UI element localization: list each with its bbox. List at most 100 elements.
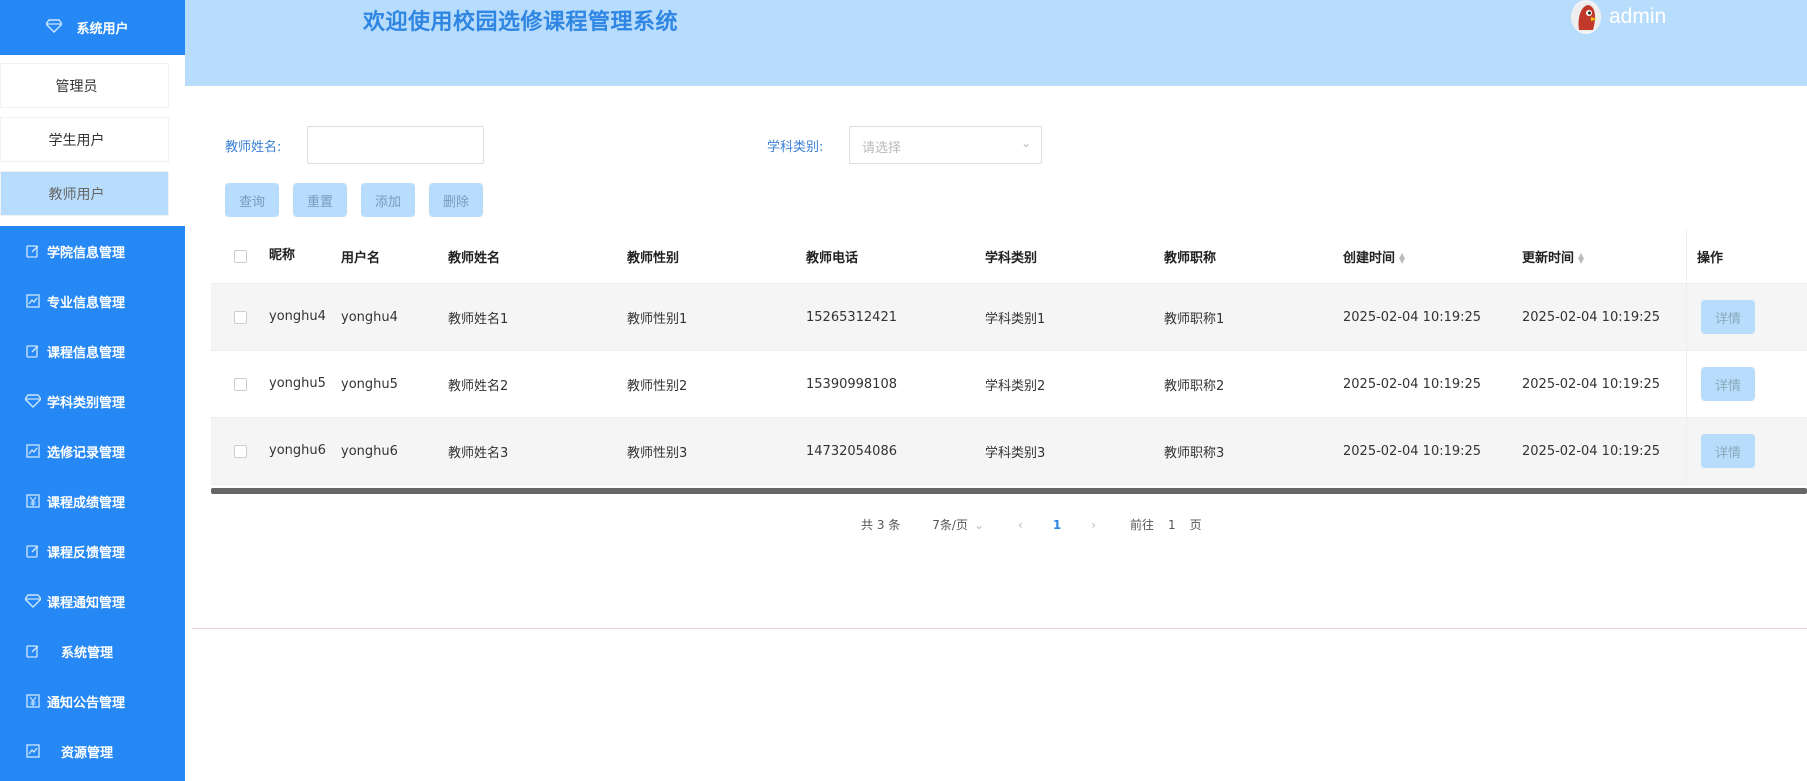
column-header: 教师姓名: [448, 250, 501, 266]
table-cell-category: 学科类别3: [985, 445, 1046, 461]
diamond-icon: [25, 593, 41, 609]
column-header: 教师职称: [1164, 250, 1217, 266]
sidebar-subitem-students[interactable]: 学生用户: [0, 117, 169, 162]
table-cell-created: 2025-02-04 10:19:25: [1343, 443, 1482, 459]
reset-button[interactable]: 重置: [293, 183, 347, 217]
sidebar-item[interactable]: 资源管理: [0, 726, 185, 776]
sidebar-subitem-teachers[interactable]: 教师用户: [0, 171, 169, 216]
detail-button[interactable]: 详情: [1701, 367, 1755, 401]
table-cell-actions: 详情: [1686, 284, 1807, 350]
column-header: 教师电话: [806, 250, 859, 266]
table-cell-phone: 15265312421: [806, 309, 897, 325]
sidebar-item[interactable]: 课程信息管理: [0, 326, 185, 376]
row-checkbox[interactable]: [233, 310, 247, 324]
goto-page-input[interactable]: 1: [1168, 518, 1176, 532]
table-cell-title: 教师职称3: [1164, 445, 1225, 461]
table-cell-nickname: yonghu4: [269, 309, 326, 324]
sidebar-item-label: 课程反馈管理: [47, 545, 126, 561]
sidebar-item-system-users[interactable]: 系统用户: [0, 0, 185, 55]
chart-icon: [25, 293, 41, 309]
detail-button[interactable]: 详情: [1701, 434, 1755, 468]
goto-label: 前往: [1130, 518, 1155, 532]
table-cell-phone: 14732054086: [806, 443, 897, 459]
column-header: 教师性别: [627, 250, 680, 266]
divider: [192, 628, 1807, 629]
select-all-checkbox[interactable]: [233, 249, 247, 263]
avatar: [1571, 0, 1601, 34]
table-cell-gender: 教师性别3: [627, 445, 688, 461]
table-cell-updated: 2025-02-04 10:19:25: [1522, 443, 1661, 459]
column-header-label: 更新时间: [1522, 250, 1575, 266]
table-cell-category: 学科类别2: [985, 378, 1046, 394]
column-header: 昵称: [269, 248, 296, 263]
column-header: 用户名: [341, 250, 381, 266]
sidebar-item[interactable]: 专业信息管理: [0, 276, 185, 326]
sidebar-item[interactable]: 选修记录管理: [0, 426, 185, 476]
delete-button[interactable]: 删除: [429, 183, 483, 217]
sidebar-item[interactable]: 通知公告管理: [0, 676, 185, 726]
action-buttons: 查询 重置 添加 删除: [225, 183, 483, 217]
query-button[interactable]: 查询: [225, 183, 279, 217]
sidebar-item-label: 课程信息管理: [47, 345, 126, 361]
sidebar-item-label: 通知公告管理: [47, 695, 126, 711]
sidebar-item-label: 系统管理: [61, 645, 114, 661]
sidebar-item-label: 学科类别管理: [47, 395, 126, 411]
sidebar-subitem-admin[interactable]: 管理员: [0, 63, 169, 108]
table-row: yonghu5 yonghu5 教师姓名2 教师性别2 15390998108 学科类别2…: [211, 351, 1807, 418]
username: admin: [1609, 5, 1667, 28]
table-cell-name: 教师姓名3: [448, 445, 509, 461]
table-cell-created: 2025-02-04 10:19:25: [1343, 309, 1482, 325]
category-label: 学科类别:: [767, 140, 824, 155]
sidebar-item-label: 资源管理: [61, 745, 114, 761]
table-cell-actions: 详情: [1686, 418, 1807, 484]
sidebar-item-label: 专业信息管理: [47, 295, 126, 311]
table-cell-actions: 详情: [1686, 351, 1807, 417]
submenu: 管理员 学生用户 教师用户: [0, 55, 185, 226]
horizontal-scrollbar[interactable]: [211, 488, 1807, 494]
row-checkbox[interactable]: [233, 444, 247, 458]
table-cell-gender: 教师性别1: [627, 311, 688, 327]
page-size-select[interactable]: 7条/页: [932, 516, 968, 533]
table-header: 昵称 用户名 教师姓名 教师性别 教师电话 学科类别 教师职称 创建时间 ▲ ▼ 更…: [211, 229, 1807, 284]
prev-page-icon[interactable]: ‹: [1018, 518, 1023, 532]
category-select[interactable]: 请选择 ⌄: [849, 126, 1042, 164]
table-cell-created: 2025-02-04 10:19:25: [1343, 376, 1482, 392]
sidebar-item[interactable]: 课程反馈管理: [0, 526, 185, 576]
table-row: yonghu6 yonghu6 教师姓名3 教师性别3 14732054086 学科类别3…: [211, 418, 1807, 485]
next-page-icon[interactable]: ›: [1091, 518, 1096, 532]
row-checkbox[interactable]: [233, 377, 247, 391]
table-cell-username: yonghu6: [341, 443, 398, 459]
table-cell-phone: 15390998108: [806, 376, 897, 392]
diamond-icon: [25, 393, 41, 409]
sidebar-item[interactable]: 学院信息管理: [0, 226, 185, 276]
table-cell-category: 学科类别1: [985, 311, 1046, 327]
table-cell-nickname: yonghu6: [269, 443, 326, 458]
sort-icon[interactable]: ▲ ▼: [1399, 252, 1405, 265]
chart-icon: [25, 443, 41, 459]
detail-button[interactable]: 详情: [1701, 300, 1755, 334]
sidebar: 系统用户 管理员 学生用户 教师用户 学院信息管理 专业信息管理 课程信息管理 学科类…: [0, 0, 185, 781]
table-cell-username: yonghu5: [341, 376, 398, 392]
sidebar-item-label: 课程成绩管理: [47, 495, 126, 511]
sort-icon[interactable]: ▲ ▼: [1578, 252, 1584, 265]
table-row: yonghu4 yonghu4 教师姓名1 教师性别1 15265312421 学科类别1…: [211, 284, 1807, 351]
table-cell-name: 教师姓名2: [448, 378, 509, 394]
sidebar-item[interactable]: 课程通知管理: [0, 576, 185, 626]
teacher-table: 昵称 用户名 教师姓名 教师性别 教师电话 学科类别 教师职称 创建时间 ▲ ▼ 更…: [211, 229, 1807, 485]
page-number-current[interactable]: 1: [1053, 518, 1061, 532]
page-title: 欢迎使用校园选修课程管理系统: [363, 10, 679, 35]
add-button[interactable]: 添加: [361, 183, 415, 217]
chevron-down-icon[interactable]: ⌄: [974, 518, 984, 532]
sidebar-item-label: 学院信息管理: [47, 245, 126, 261]
sidebar-item[interactable]: 系统管理: [0, 626, 185, 676]
header: 欢迎使用校园选修课程管理系统 admin: [185, 0, 1807, 86]
user-menu[interactable]: admin: [1571, 0, 1666, 34]
column-header-sortable[interactable]: 更新时间 ▲ ▼: [1522, 247, 1686, 266]
teacher-name-input[interactable]: [307, 126, 484, 164]
sidebar-item[interactable]: 课程成绩管理: [0, 476, 185, 526]
teacher-name-label: 教师姓名:: [225, 140, 282, 155]
sidebar-item[interactable]: 学科类别管理: [0, 376, 185, 426]
diamond-icon: [45, 18, 64, 37]
column-header-sortable[interactable]: 创建时间 ▲ ▼: [1343, 247, 1522, 266]
chevron-down-icon: ⌄: [1020, 136, 1031, 150]
